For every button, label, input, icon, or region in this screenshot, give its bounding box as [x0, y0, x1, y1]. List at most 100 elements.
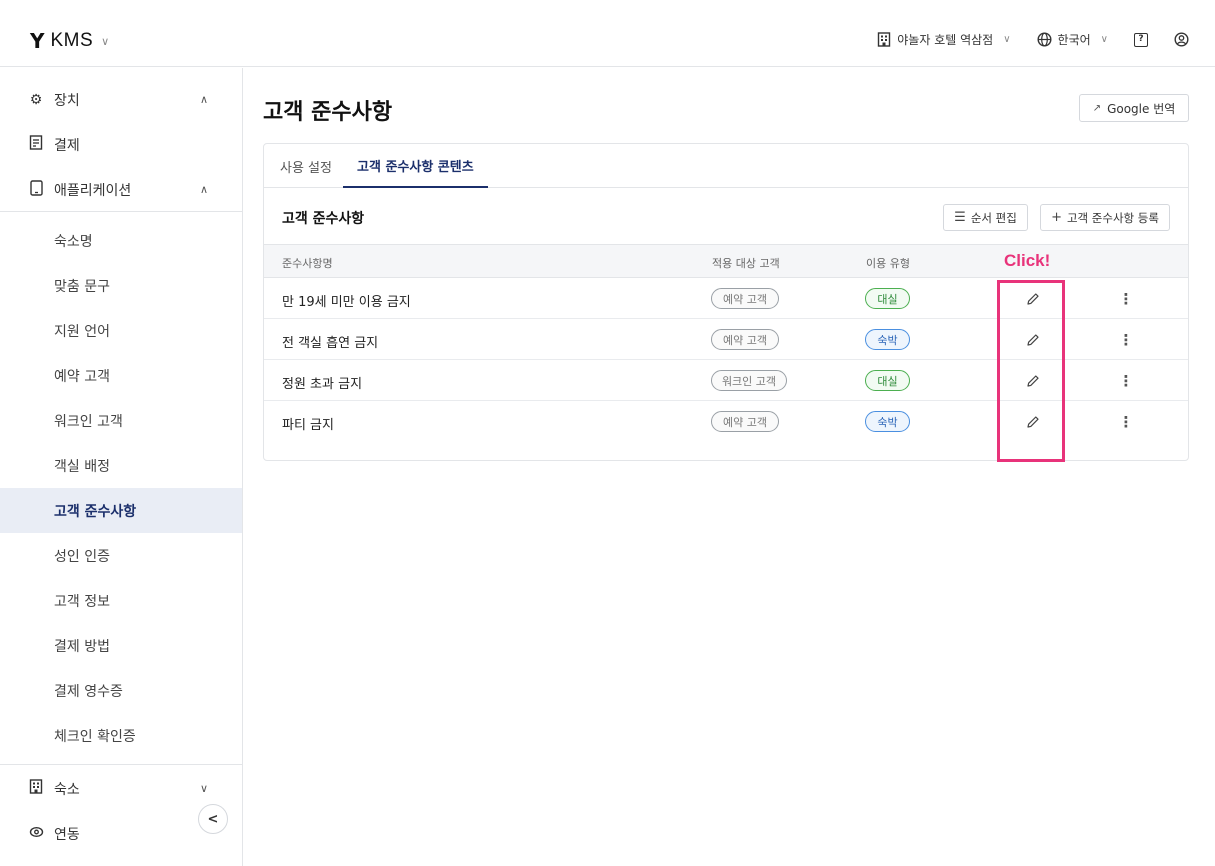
receipt-icon: [28, 135, 44, 154]
chevron-down-icon: ∨: [1100, 34, 1108, 45]
language-label: 한국어: [1057, 33, 1091, 47]
type-badge: 대실: [865, 370, 910, 391]
sidebar-item-label: 숙소명: [54, 233, 93, 250]
brand-name: KMS: [50, 30, 94, 51]
target-badge: 워크인 고객: [711, 370, 787, 391]
sidebar: ⚙ 장치 ∧ 결제 애플리케이션 ∧ 숙소명 맞춤 문구 지원 언어 예약 고객…: [0, 68, 243, 866]
table-header: 준수사항명 적용 대상 고객 이용 유형 Click!: [264, 244, 1188, 278]
sidebar-item-label: 객실 배정: [54, 458, 110, 475]
property-name: 야놀자 호텔 역삼점: [897, 33, 994, 47]
sidebar-item-label: 예약 고객: [54, 368, 110, 385]
building-icon: [878, 32, 891, 47]
target-badge: 예약 고객: [711, 288, 779, 309]
sidebar-item-label: 체크인 확인증: [54, 728, 136, 745]
reorder-button[interactable]: ☰ 순서 편집: [943, 204, 1028, 231]
target-badge: 예약 고객: [711, 411, 779, 432]
divider: [0, 211, 242, 212]
content-card: 사용 설정 고객 준수사항 콘텐츠 고객 준수사항 ☰ 순서 편집 + 고객 준…: [263, 143, 1189, 462]
sidebar-item-payment-method[interactable]: 결제 방법: [0, 623, 242, 668]
sidebar-item-adult-verification[interactable]: 성인 인증: [0, 533, 242, 578]
sidebar-item-label: 결제 영수증: [54, 683, 123, 700]
collapse-sidebar-button[interactable]: <: [198, 804, 228, 834]
edit-button[interactable]: [1022, 329, 1044, 351]
top-right-controls: 야놀자 호텔 역삼점 ∨ 한국어 ∨ ?: [877, 31, 1189, 48]
sidebar-group-device[interactable]: ⚙ 장치 ∧: [0, 77, 242, 122]
tab-guest-rules-content[interactable]: 고객 준수사항 콘텐츠: [343, 144, 488, 188]
pencil-icon: [1027, 334, 1039, 346]
type-badge: 숙박: [865, 329, 910, 350]
edit-button[interactable]: [1022, 288, 1044, 310]
property-selector[interactable]: 야놀자 호텔 역삼점 ∨: [877, 31, 1011, 48]
rule-name: 파티 금지: [282, 418, 334, 433]
tab-label: 고객 준수사항 콘텐츠: [357, 159, 474, 175]
more-options-button[interactable]: ⋮: [1116, 370, 1136, 392]
type-badge: 대실: [865, 288, 910, 309]
column-header-target: 적용 대상 고객: [712, 257, 780, 270]
google-translate-button[interactable]: ↗ Google 번역: [1079, 94, 1189, 122]
account-button[interactable]: [1174, 32, 1189, 47]
building-icon: [28, 779, 44, 798]
section-title: 고객 준수사항: [282, 211, 365, 227]
sidebar-item-guest-info[interactable]: 고객 정보: [0, 578, 242, 623]
link-icon: [28, 826, 44, 842]
rule-name: 만 19세 미만 이용 금지: [282, 295, 411, 310]
sidebar-item-property-name[interactable]: 숙소명: [0, 218, 242, 263]
sidebar-group-property[interactable]: 숙소 ∨: [0, 766, 242, 811]
sidebar-item-label: 워크인 고객: [54, 413, 123, 430]
tab-usage-settings[interactable]: 사용 설정: [280, 144, 332, 188]
plus-icon: +: [1051, 210, 1062, 225]
table-row[interactable]: 정원 초과 금지 워크인 고객 대실 ⋮: [264, 360, 1188, 401]
sidebar-item-room-assignment[interactable]: 객실 배정: [0, 443, 242, 488]
sidebar-item-guest-rules[interactable]: 고객 준수사항: [0, 488, 242, 533]
sidebar-item-label: 결제 방법: [54, 638, 110, 655]
help-button[interactable]: ?: [1134, 32, 1148, 47]
sidebar-item-reserved-guest[interactable]: 예약 고객: [0, 353, 242, 398]
more-options-button[interactable]: ⋮: [1116, 329, 1136, 351]
sidebar-item-checkin-confirmation[interactable]: 체크인 확인증: [0, 713, 242, 758]
more-vertical-icon: ⋮: [1118, 331, 1134, 349]
sidebar-group-label: 결제: [54, 137, 80, 154]
type-badge: 숙박: [865, 411, 910, 432]
table-row[interactable]: 파티 금지 예약 고객 숙박 ⋮: [264, 401, 1188, 442]
brand-switcher[interactable]: Y KMS ∨: [30, 30, 109, 52]
brand-logo: Y: [30, 29, 45, 53]
column-header-name: 준수사항명: [282, 257, 333, 270]
more-vertical-icon: ⋮: [1118, 413, 1134, 431]
more-vertical-icon: ⋮: [1118, 290, 1134, 308]
sidebar-group-label: 숙소: [54, 781, 80, 798]
help-icon: ?: [1134, 32, 1148, 47]
table-row[interactable]: 전 객실 흡연 금지 예약 고객 숙박 ⋮: [264, 319, 1188, 360]
top-bar: Y KMS ∨ 야놀자 호텔 역삼점 ∨ 한국어 ∨ ?: [0, 0, 1215, 67]
table-row[interactable]: 만 19세 미만 이용 금지 예약 고객 대실 ⋮: [264, 278, 1188, 319]
external-arrow-icon: ↗: [1092, 102, 1102, 114]
sidebar-group-payment[interactable]: 결제: [0, 122, 242, 167]
chevron-down-icon: ∨: [199, 782, 208, 795]
sidebar-group-label: 애플리케이션: [54, 182, 132, 199]
add-guest-rule-button[interactable]: + 고객 준수사항 등록: [1040, 204, 1170, 231]
column-header-type: 이용 유형: [866, 257, 910, 270]
more-options-button[interactable]: ⋮: [1116, 411, 1136, 433]
chevron-up-icon: ∧: [199, 93, 208, 106]
target-badge: 예약 고객: [711, 329, 779, 350]
list-icon: ☰: [954, 210, 966, 225]
add-label: 고객 준수사항 등록: [1066, 210, 1159, 225]
sidebar-item-label: 고객 정보: [54, 593, 110, 610]
chevron-up-icon: ∧: [199, 183, 208, 196]
edit-button[interactable]: [1022, 411, 1044, 433]
language-selector[interactable]: 한국어 ∨: [1037, 31, 1108, 48]
more-vertical-icon: ⋮: [1118, 372, 1134, 390]
edit-button[interactable]: [1022, 370, 1044, 392]
gear-icon: ⚙: [29, 91, 43, 108]
sidebar-item-custom-text[interactable]: 맞춤 문구: [0, 263, 242, 308]
pencil-icon: [1027, 416, 1039, 428]
sidebar-item-languages[interactable]: 지원 언어: [0, 308, 242, 353]
sidebar-group-label: 장치: [54, 92, 80, 109]
sidebar-item-label: 맞춤 문구: [54, 278, 110, 295]
chevron-down-icon: ∨: [1003, 34, 1011, 45]
sidebar-group-label: 연동: [54, 826, 80, 843]
more-options-button[interactable]: ⋮: [1116, 288, 1136, 310]
sidebar-item-payment-receipt[interactable]: 결제 영수증: [0, 668, 242, 713]
sidebar-item-walkin-guest[interactable]: 워크인 고객: [0, 398, 242, 443]
chevron-left-icon: <: [207, 811, 219, 827]
sidebar-group-application[interactable]: 애플리케이션 ∧: [0, 167, 242, 212]
